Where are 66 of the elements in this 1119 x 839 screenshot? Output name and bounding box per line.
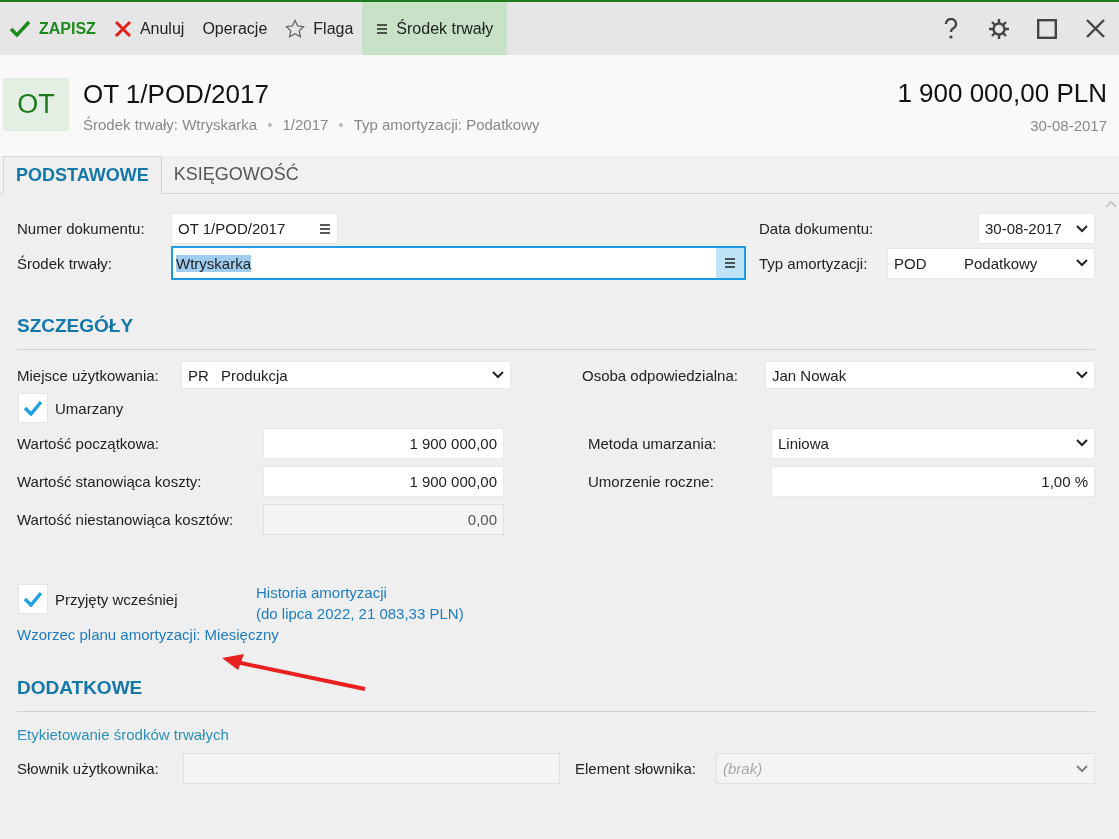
field-label: Umorzenie roczne: [588,472,715,490]
field-label: Środek trwały: [17,254,114,272]
field-label: Osoba odpowiedzialna: [582,366,739,384]
field-label: Typ amortyzacji: [759,254,869,272]
input-field[interactable]: 1,00 % [771,465,1095,497]
check-icon [23,591,43,607]
input-field[interactable]: 1 900 000,00 [263,465,504,497]
close-icon [1085,19,1105,38]
dropdown[interactable]: POD Podatkowy [887,247,1095,279]
menu-icon [319,223,331,234]
chevron-down-icon [1076,764,1088,773]
document-title: OT 1/POD/2017 [83,78,270,110]
checkbox-label: Przyjęty wcześniej [55,590,178,608]
field-label: Wartość stanowiąca koszty: [17,472,203,490]
tab[interactable]: KSIĘGOWOŚĆ [161,156,311,193]
check-icon [9,19,31,38]
checkbox[interactable] [18,393,48,423]
scroll-up-icon [1105,200,1117,208]
field-label: Element słownika: [575,760,697,777]
tab[interactable]: PODSTAWOWE [3,156,162,194]
subtitle-text: Środek trwały: Wtryskarka [83,115,258,133]
menu-icon [724,258,736,268]
chevron-down-icon [1076,224,1088,233]
close-icon [113,19,132,38]
star-icon [285,18,306,39]
field-label: Wartość niestanowiąca kosztów: [17,510,235,528]
amount-text: 1 900 000,00 PLN [897,77,1107,109]
input-field[interactable]: Wtryskarka [171,246,746,280]
document-type-badge: OT [3,77,69,131]
section-heading: SZCZEGÓŁY [17,315,135,337]
field-label: Numer dokumentu: [17,220,146,237]
section-heading: DODATKOWE [17,677,144,699]
help-icon [944,17,958,40]
input-field[interactable]: 1 900 000,00 [263,427,504,459]
field-label: Słownik użytkownika: [17,760,160,777]
field-label: Metoda umarzania: [588,434,718,452]
toolbar-button[interactable]: Środek trwały [362,2,508,55]
menu-icon [376,23,389,34]
checkbox[interactable] [18,584,48,614]
field-label: Data dokumentu: [759,220,875,237]
template-link[interactable]: Wzorzec planu amortyzacji: Miesięczny [17,626,279,643]
dropdown[interactable]: Jan Nowak [765,361,1095,389]
chevron-down-icon [1076,259,1088,267]
gear-icon [988,17,1010,40]
dropdown[interactable]: Liniowa [771,427,1095,459]
toolbar-button[interactable]: ZAPISZ [0,2,105,55]
field-label: Miejsce użytkowania: [17,366,160,384]
square-icon [1037,18,1057,39]
chevron-down-icon [492,371,504,379]
toolbar-button[interactable]: Operacje [193,2,277,55]
date-text: 30-08-2017 [1030,116,1107,134]
separator-dot: • [338,115,344,133]
dropdown[interactable]: PR Produkcja [181,361,511,389]
subtitle-text: Typ amortyzacji: Podatkowy [353,115,540,133]
field-label: Wartość początkowa: [17,434,160,452]
date-dropdown[interactable]: 30-08-2017 [978,213,1095,244]
subtitle-text: 1/2017 [282,115,329,133]
toolbar-button[interactable]: Anuluj [104,2,194,55]
chevron-down-icon [1076,439,1088,447]
check-icon [23,400,43,416]
separator-dot: • [267,115,273,133]
chevron-down-icon [1076,371,1088,379]
toolbar-button[interactable]: Flaga [276,2,363,55]
history-link[interactable]: Historia amortyzacji (do lipca 2022, 21 083,33 PLN) [256,582,464,624]
input-field[interactable]: OT 1/POD/2017 [171,213,338,244]
checkbox-label: Umarzany [55,399,124,417]
